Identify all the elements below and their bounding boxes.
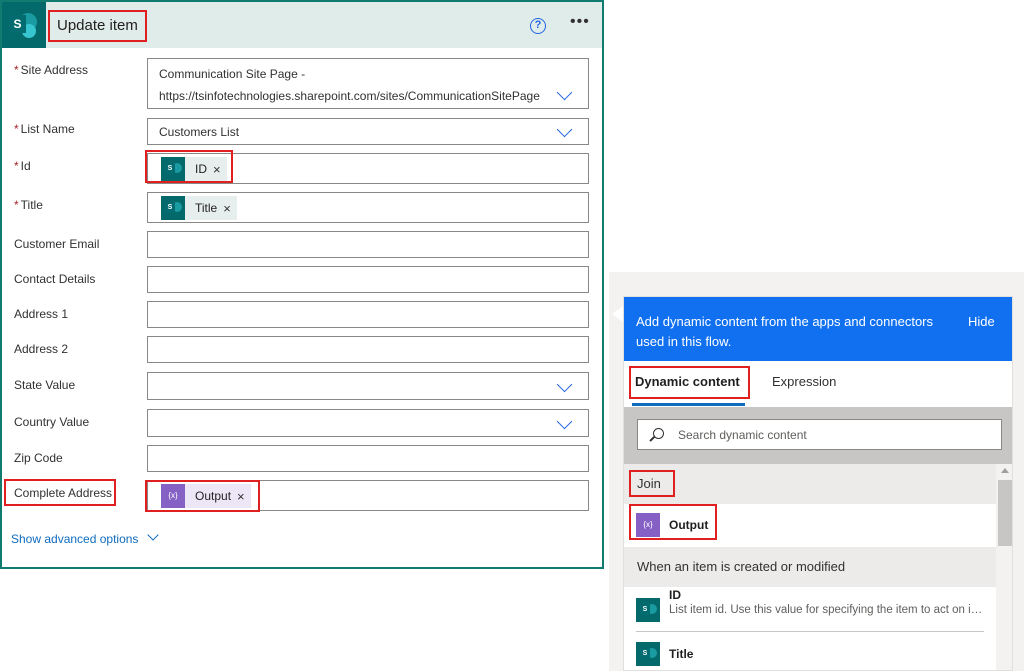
dynamic-content-list: Join {x} Output When an item is created … (624, 464, 996, 670)
card-title[interactable]: Update item (48, 10, 147, 42)
search-input[interactable] (678, 420, 993, 449)
more-options-icon[interactable]: ••• (570, 14, 590, 30)
chevron-down-icon[interactable] (147, 529, 159, 541)
section-header-trigger[interactable]: When an item is created or modified (624, 547, 996, 587)
highlight-box-complete-address-label (4, 479, 116, 506)
title-label: * Title (14, 198, 43, 212)
address2-label: Address 2 (14, 342, 69, 356)
chevron-down-icon[interactable] (556, 413, 573, 430)
list-item-title[interactable]: S Title (624, 633, 996, 670)
customer-email-field[interactable] (147, 231, 589, 258)
sharepoint-icon: S (636, 642, 660, 666)
chevron-down-icon[interactable] (556, 84, 573, 101)
search-area (624, 407, 1012, 464)
highlight-box-output (629, 504, 717, 540)
site-address-dropdown[interactable]: Communication Site Page - https://tsinfo… (147, 58, 589, 109)
update-item-card: S Update item ? ••• * Site Address Commun… (0, 0, 604, 569)
highlight-box-output-token (145, 480, 260, 512)
dynamic-content-panel: Add dynamic content from the apps and co… (623, 296, 1013, 671)
state-value-label: State Value (14, 378, 76, 392)
remove-token-icon[interactable]: × (223, 201, 231, 216)
country-value-label: Country Value (14, 415, 90, 429)
list-item-id[interactable]: S ID List item id. Use this value for sp… (624, 587, 996, 633)
site-address-value-line2: https://tsinfotechnologies.sharepoint.co… (159, 89, 540, 103)
highlight-box-join (629, 470, 675, 497)
search-icon (653, 428, 664, 439)
sharepoint-icon: S (636, 598, 660, 622)
contact-details-label: Contact Details (14, 272, 96, 286)
panel-tabs: Dynamic content Expression (624, 361, 1012, 407)
help-icon[interactable]: ? (530, 18, 546, 34)
list-name-dropdown[interactable]: Customers List (147, 118, 589, 145)
search-box[interactable] (637, 419, 1002, 450)
panel-header-text: Add dynamic content from the apps and co… (636, 314, 934, 349)
list-name-value: Customers List (159, 125, 240, 139)
highlight-box-dynamic-tab (629, 366, 750, 399)
address1-label: Address 1 (14, 307, 69, 321)
scroll-up-arrow-icon[interactable] (1001, 468, 1009, 473)
hide-button[interactable]: Hide (968, 314, 995, 329)
address2-field[interactable] (147, 336, 589, 363)
customer-email-label: Customer Email (14, 237, 100, 251)
list-name-label: * List Name (14, 122, 75, 136)
state-value-dropdown[interactable] (147, 372, 589, 400)
address1-field[interactable] (147, 301, 589, 328)
country-value-dropdown[interactable] (147, 409, 589, 437)
sharepoint-logo-icon: S (2, 2, 46, 48)
site-address-label: * Site Address (14, 63, 89, 77)
row-separator (636, 631, 984, 632)
active-tab-indicator (632, 403, 745, 406)
id-label: * Id (14, 159, 31, 173)
zip-code-field[interactable] (147, 445, 589, 472)
section-header-join[interactable]: Join (624, 464, 996, 504)
title-token[interactable]: S Title × (161, 196, 237, 220)
card-header[interactable]: S Update item ? ••• (2, 2, 602, 48)
panel-header: Add dynamic content from the apps and co… (624, 297, 1012, 361)
chevron-down-icon[interactable] (556, 376, 573, 393)
panel-pointer (612, 306, 623, 322)
site-address-value-line1: Communication Site Page - (159, 67, 306, 81)
tab-expression[interactable]: Expression (772, 374, 836, 389)
panel-scrollbar[interactable] (996, 464, 1012, 670)
scroll-thumb[interactable] (998, 480, 1012, 546)
zip-code-label: Zip Code (14, 451, 63, 465)
chevron-down-icon[interactable] (556, 121, 573, 138)
title-field[interactable]: S Title × (147, 192, 589, 223)
highlight-box-id (145, 150, 233, 183)
contact-details-field[interactable] (147, 266, 589, 293)
show-advanced-options-link[interactable]: Show advanced options (11, 532, 138, 546)
sharepoint-icon: S (161, 196, 185, 220)
